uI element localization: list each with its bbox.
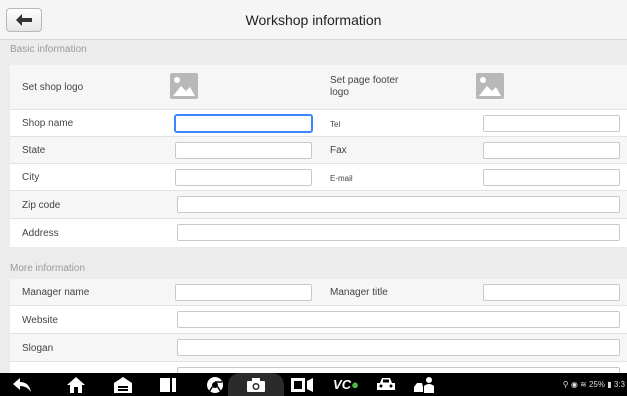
camera-icon[interactable] [228,373,284,396]
vci-icon[interactable]: VC ● [331,376,361,393]
home-icon[interactable] [66,376,86,393]
slogan-row: Slogan [10,334,627,362]
shop-name-row: Shop name Tel [10,110,627,137]
shop-logo-image-icon[interactable] [170,73,198,99]
email-label: E-mail [330,174,353,183]
tel-input[interactable] [483,115,620,132]
website-input[interactable] [177,311,620,328]
website-label: Website [22,315,58,326]
battery-icon: ▮ [607,380,612,389]
slogan-input[interactable] [177,339,620,356]
manager-row: Manager name Manager title [10,279,627,306]
zip-input[interactable] [177,196,620,213]
website-row: Website [10,306,627,334]
footer-logo-label: Set page footer logo [330,75,399,98]
city-label: City [22,172,40,183]
basic-info-section-label: Basic information [10,44,87,55]
manager-name-input[interactable] [175,284,312,301]
back-arrow-icon [16,14,32,26]
address-row: Address [10,219,627,247]
manager-name-label: Manager name [22,287,90,298]
extra-row [10,362,627,373]
mechanic-icon[interactable] [413,376,437,393]
logo-row: Set shop logo Set page footer logo [10,65,627,110]
nav-back-icon[interactable] [12,376,32,393]
manager-title-input[interactable] [483,284,620,301]
more-info-section-label: More information [10,263,86,274]
clock: 3:3 [613,380,625,389]
notification-icon: ◉ [570,380,578,389]
city-row: City E-mail [10,164,627,191]
windows-icon[interactable] [158,376,178,393]
app-header: Workshop information [0,0,627,40]
manager-title-label: Manager title [330,287,388,298]
shop-name-input[interactable] [175,115,312,132]
zip-label: Zip code [22,200,61,211]
footer-logo-image-icon[interactable] [476,73,504,99]
basic-info-panel: Set shop logo Set page footer logo Shop … [10,65,627,247]
page-title: Workshop information [245,12,382,28]
address-label: Address [22,228,59,239]
city-input[interactable] [175,169,312,186]
state-input[interactable] [175,142,312,159]
back-button[interactable] [6,8,42,32]
tel-label: Tel [330,120,341,129]
status-area: ⚲ ◉ ≋ 25% ▮ 3:3 [563,373,625,396]
zip-row: Zip code [10,191,627,219]
screen-record-icon[interactable] [290,376,314,393]
shop-logo-label: Set shop logo [22,82,84,93]
shop-name-label: Shop name [22,118,74,129]
address-input[interactable] [177,224,620,241]
browser-icon[interactable] [205,376,225,393]
car-icon[interactable] [376,376,396,393]
state-label: State [22,145,46,156]
location-icon: ⚲ [562,380,569,389]
more-info-panel: Manager name Manager title Website Sloga… [10,279,627,373]
email-input[interactable] [483,169,620,186]
battery-percent: 25% [588,380,605,389]
fax-label: Fax [330,145,347,156]
fax-input[interactable] [483,142,620,159]
garage-icon[interactable] [113,376,133,393]
slogan-label: Slogan [22,343,54,354]
wifi-icon: ≋ [580,380,587,389]
state-row: State Fax [10,137,627,164]
bottom-navigation-bar: VC ● ⚲ ◉ ≋ 25% ▮ 3:3 [0,373,627,396]
